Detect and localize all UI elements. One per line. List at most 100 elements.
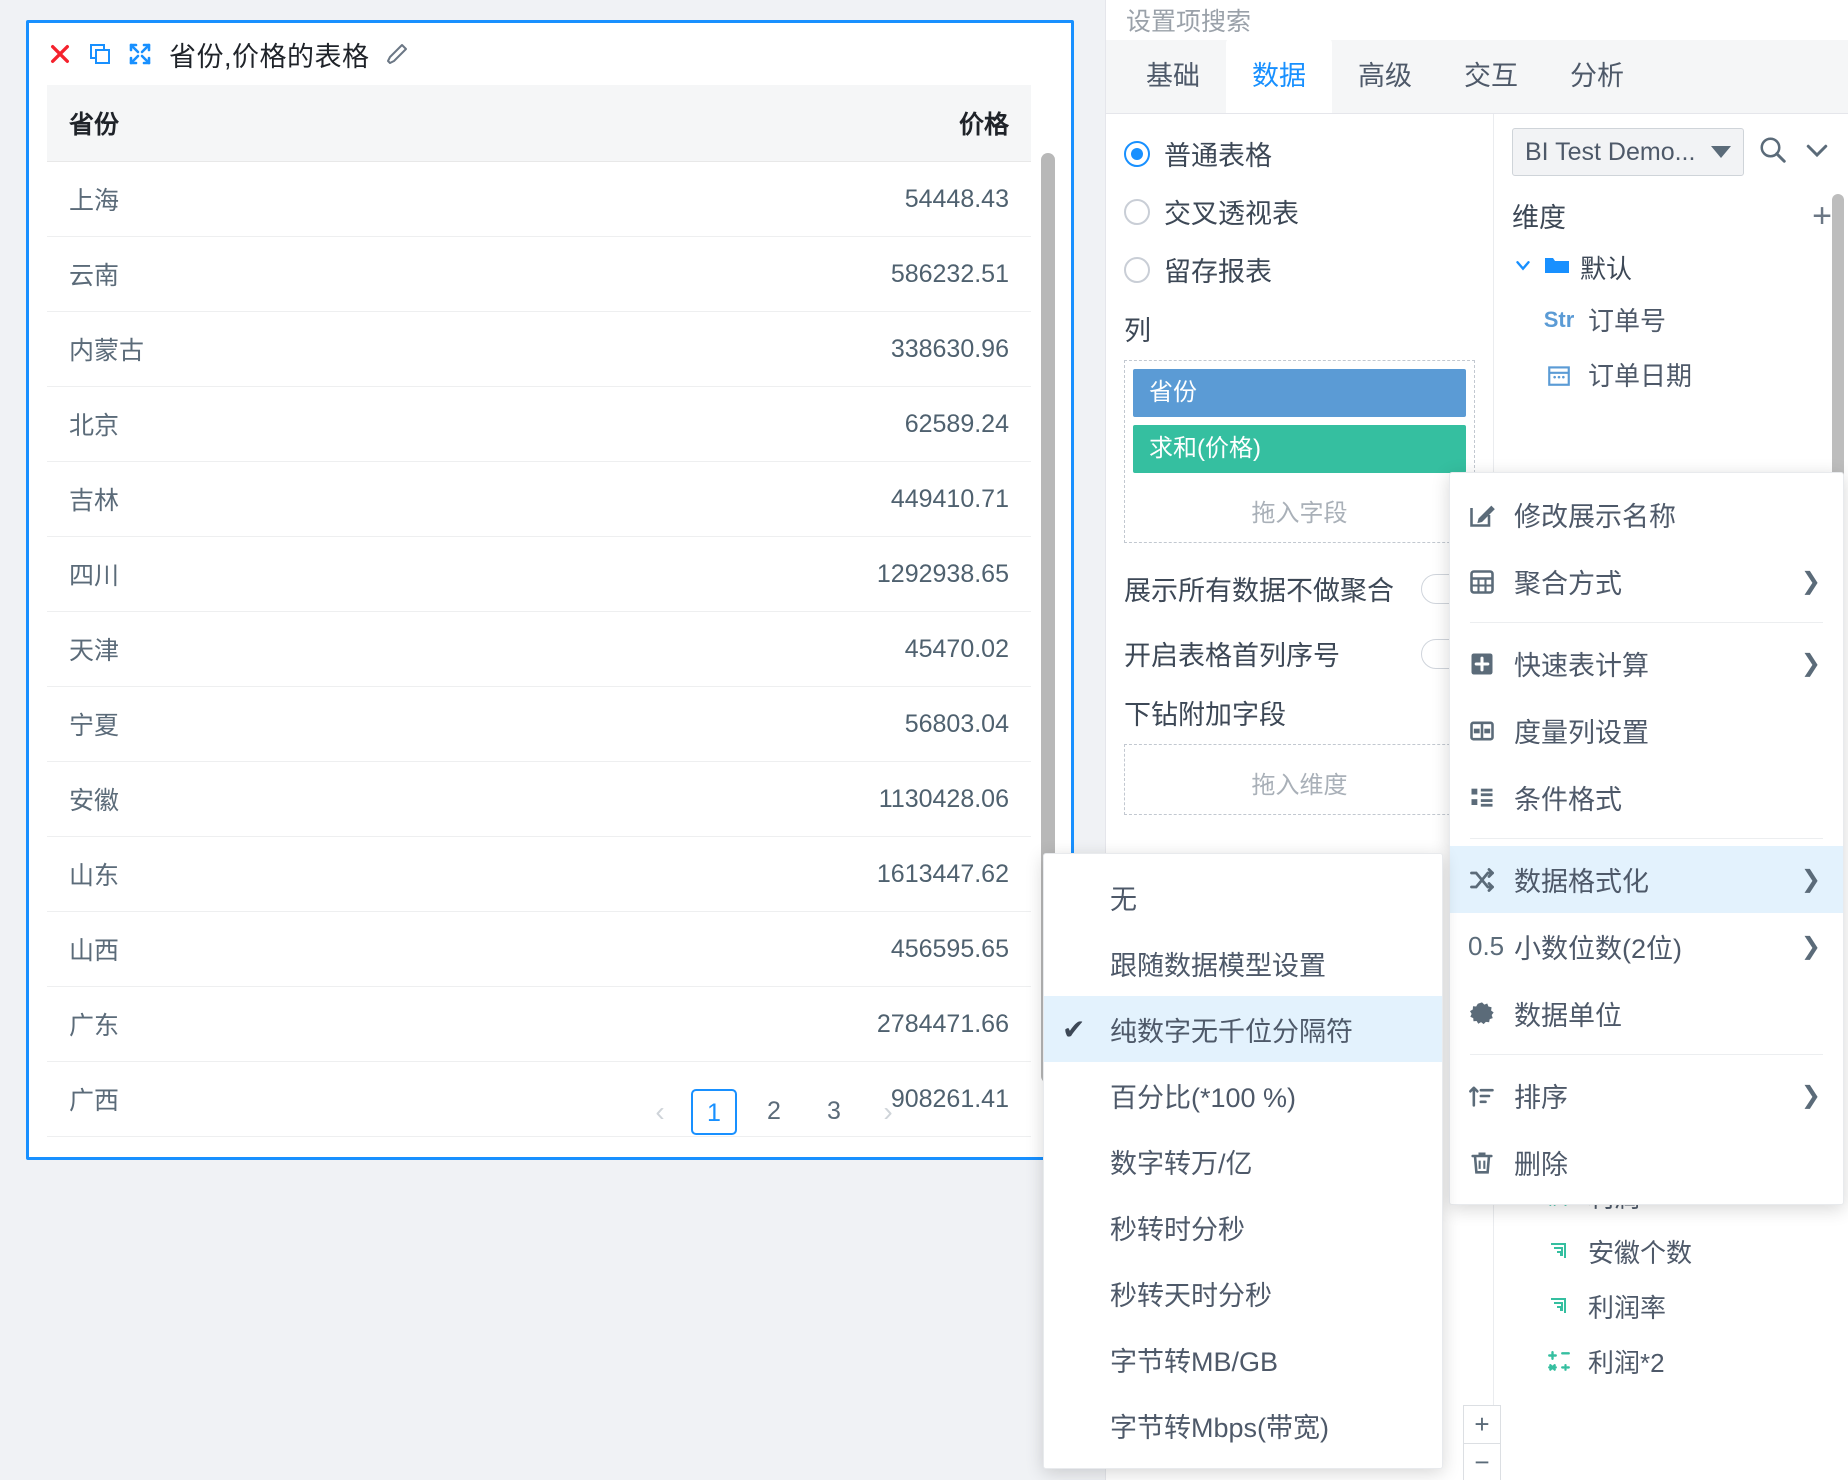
toggle-label: 展示所有数据不做聚合	[1124, 576, 1394, 606]
fields-scrollbar[interactable]	[1832, 194, 1844, 484]
format-option-byte-to-mbps[interactable]: 字节转Mbps(带宽)	[1044, 1392, 1442, 1458]
calendar-icon	[1542, 362, 1576, 388]
close-icon[interactable]	[47, 41, 73, 67]
copy-icon[interactable]	[87, 41, 113, 67]
pagination-next[interactable]: ›	[871, 1096, 905, 1128]
tab-analysis[interactable]: 分析	[1544, 39, 1650, 113]
zoom-out-button[interactable]: −	[1464, 1444, 1500, 1480]
format-option-none[interactable]: 无	[1044, 864, 1442, 930]
format-label: 字节转MB/GB	[1110, 1346, 1279, 1377]
cell-price: 45470.02	[539, 611, 1031, 687]
field-folder-default[interactable]: 默认	[1512, 249, 1832, 286]
columns-dropzone[interactable]: 省份 求和(价格) 拖入字段	[1124, 360, 1475, 543]
pencil-icon[interactable]	[384, 41, 410, 67]
radio-label: 交叉透视表	[1164, 199, 1299, 229]
toggle-first-column-index[interactable]: 开启表格首列序号	[1124, 634, 1475, 673]
format-option-byte-to-mbgb[interactable]: 字节转MB/GB	[1044, 1326, 1442, 1392]
menu-item-rename[interactable]: 修改展示名称	[1450, 481, 1843, 548]
format-option-sec-to-dhms[interactable]: 秒转天时分秒	[1044, 1260, 1442, 1326]
settings-search-input[interactable]: 设置项搜索	[1126, 2, 1251, 38]
toggle-show-all-raw[interactable]: 展示所有数据不做聚合	[1124, 569, 1475, 608]
radio-option-retention-report[interactable]: 留存报表	[1124, 250, 1475, 289]
tab-interaction[interactable]: 交互	[1438, 39, 1544, 113]
menu-item-conditional-format[interactable]: 条件格式	[1450, 764, 1843, 831]
tab-data[interactable]: 数据	[1226, 39, 1332, 113]
menu-item-quick-calc[interactable]: 快速表计算 ❯	[1450, 630, 1843, 697]
column-header-province[interactable]: 省份	[47, 85, 539, 162]
chart-card[interactable]: 省份,价格的表格 省份 价格 上海 54448.43 云南 586232.51 内蒙古 3…	[26, 20, 1074, 1160]
radio-icon[interactable]	[1124, 140, 1150, 167]
cell-price: 54448.43	[539, 161, 1031, 237]
menu-item-aggregation[interactable]: 聚合方式 ❯	[1450, 548, 1843, 615]
column-chip-sum-price[interactable]: 求和(价格)	[1133, 425, 1466, 473]
data-table-wrapper[interactable]: 省份 价格 上海 54448.43 云南 586232.51 内蒙古 338630.96 北…	[47, 85, 1055, 1145]
edit-name-icon	[1468, 501, 1514, 529]
chevron-right-icon: ❯	[1800, 1082, 1821, 1109]
table-row[interactable]: 云南 586232.51	[47, 236, 1031, 312]
cell-province: 天津	[47, 611, 539, 687]
search-icon[interactable]	[1758, 135, 1788, 170]
field-item-profit-rate[interactable]: 利润率	[1512, 1279, 1812, 1334]
table-row[interactable]: 宁夏 56803.04	[47, 686, 1031, 762]
menu-item-delete[interactable]: 删除	[1450, 1129, 1843, 1196]
format-label: 秒转天时分秒	[1110, 1280, 1272, 1311]
table-row[interactable]: 北京 62589.24	[47, 386, 1031, 462]
field-label: 利润*2	[1588, 1348, 1665, 1378]
chevron-right-icon: ❯	[1800, 650, 1821, 677]
field-item-order-date[interactable]: 订单日期	[1512, 347, 1832, 402]
column-header-price[interactable]: 价格	[539, 85, 1031, 162]
menu-item-data-format[interactable]: 数据格式化 ❯	[1450, 846, 1843, 913]
menu-item-data-unit[interactable]: 数据单位	[1450, 980, 1843, 1047]
table-row[interactable]: 吉林 449410.71	[47, 461, 1031, 537]
radio-icon[interactable]	[1124, 198, 1150, 225]
pagination-page-3[interactable]: 3	[811, 1089, 857, 1135]
cell-province: 北京	[47, 386, 539, 462]
table-row[interactable]: 广东 2784471.66	[47, 986, 1031, 1062]
menu-item-decimal-places[interactable]: 0.5 小数位数(2位) ❯	[1450, 913, 1843, 980]
table-row[interactable]: 四川 1292938.65	[47, 536, 1031, 612]
cell-price: 2784471.66	[539, 986, 1031, 1062]
cell-price: 586232.51	[539, 236, 1031, 312]
menu-item-sort[interactable]: 排序 ❯	[1450, 1062, 1843, 1129]
cell-province: 宁夏	[47, 686, 539, 762]
table-row[interactable]: 山东 1613447.62	[47, 836, 1031, 912]
pagination-page-1[interactable]: 1	[691, 1089, 737, 1135]
format-option-follow-model[interactable]: 跟随数据模型设置	[1044, 930, 1442, 996]
pagination-prev[interactable]: ‹	[643, 1096, 677, 1128]
string-type-icon: Str	[1543, 306, 1575, 332]
calculator-icon	[1468, 568, 1514, 596]
tab-advanced[interactable]: 高级	[1332, 39, 1438, 113]
settings-search-row[interactable]: 设置项搜索	[1106, 0, 1848, 40]
table-row[interactable]: 内蒙古 338630.96	[47, 311, 1031, 387]
format-option-plain-number[interactable]: ✔ 纯数字无千位分隔符	[1044, 996, 1442, 1062]
table-row[interactable]: 安徽 1130428.06	[47, 761, 1031, 837]
plus-icon[interactable]: +	[1812, 199, 1832, 233]
field-context-menu: 修改展示名称 聚合方式 ❯ 快速表计算 ❯ 度量列设置 条件格式 数据格式化 ❯…	[1449, 472, 1844, 1205]
format-label: 百分比(*100 %)	[1110, 1082, 1297, 1113]
zoom-in-button[interactable]: +	[1464, 1406, 1500, 1444]
format-label: 纯数字无千位分隔符	[1110, 1016, 1353, 1047]
menu-item-measure-column-settings[interactable]: 度量列设置	[1450, 697, 1843, 764]
drill-dimension-dropzone[interactable]: 拖入维度	[1124, 744, 1475, 815]
expand-icon[interactable]	[127, 41, 153, 67]
format-option-sec-to-hms[interactable]: 秒转时分秒	[1044, 1194, 1442, 1260]
radio-option-cross-pivot[interactable]: 交叉透视表	[1124, 192, 1475, 231]
datasource-select[interactable]: BI Test Demo...	[1512, 128, 1744, 176]
column-chip-province[interactable]: 省份	[1133, 369, 1466, 417]
field-item-order-no[interactable]: Str 订单号	[1512, 292, 1832, 347]
format-option-percent[interactable]: 百分比(*100 %)	[1044, 1062, 1442, 1128]
table-row[interactable]: 天津 45470.02	[47, 611, 1031, 687]
field-item-anhui-count[interactable]: 安徽个数	[1512, 1224, 1812, 1279]
field-item-profit-x2[interactable]: 利润*2	[1512, 1334, 1812, 1389]
format-option-wan-yi[interactable]: 数字转万/亿	[1044, 1128, 1442, 1194]
table-row[interactable]: 山西 456595.65	[47, 911, 1031, 987]
radio-icon[interactable]	[1124, 256, 1150, 283]
collapse-chevron-down-icon[interactable]	[1802, 135, 1832, 170]
chevron-down-icon[interactable]	[1512, 252, 1534, 283]
table-row[interactable]: 上海 54448.43	[47, 161, 1031, 237]
radio-label: 留存报表	[1164, 257, 1272, 287]
drill-extra-fields-label: 下钻附加字段	[1124, 700, 1286, 730]
tab-basic[interactable]: 基础	[1120, 39, 1226, 113]
radio-option-normal-table[interactable]: 普通表格	[1124, 134, 1475, 173]
pagination-page-2[interactable]: 2	[751, 1089, 797, 1135]
